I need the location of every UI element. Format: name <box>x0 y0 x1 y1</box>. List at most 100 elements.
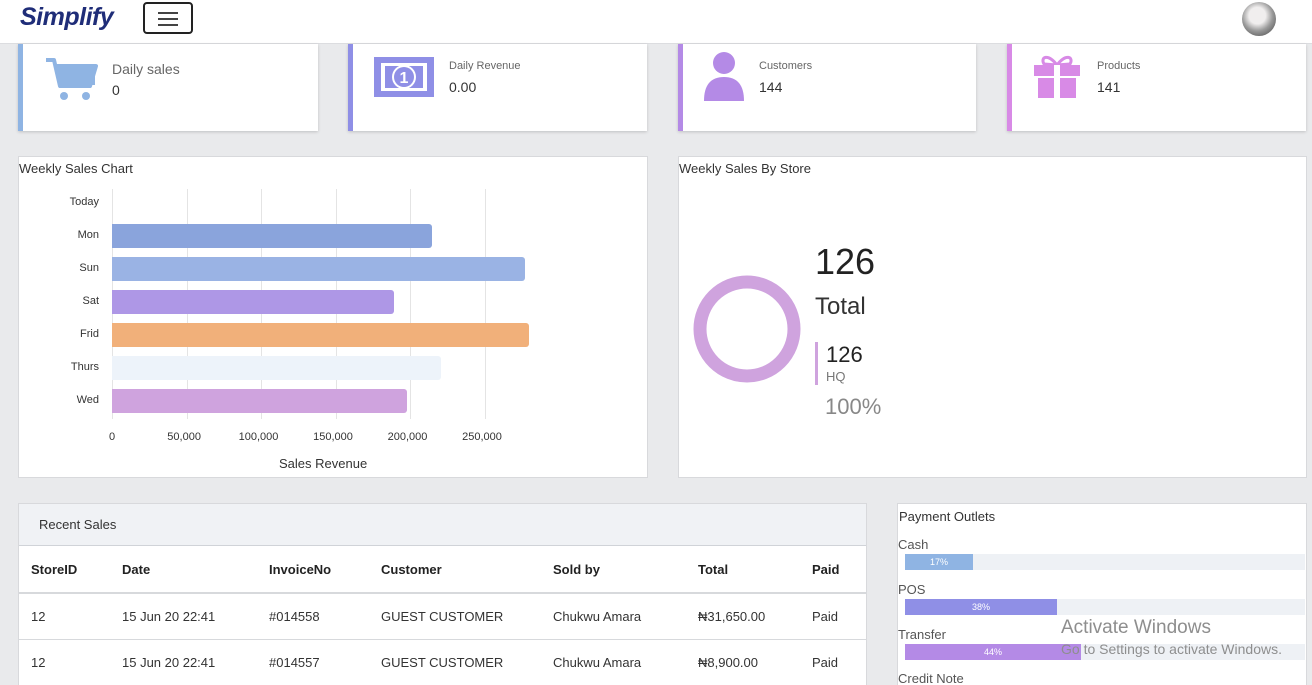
cell-customer: GUEST CUSTOMER <box>381 609 504 624</box>
column-header-storeid[interactable]: StoreID <box>31 562 77 577</box>
y-tick-label: Frid <box>80 328 99 340</box>
gridline <box>484 189 486 419</box>
cell-invoiceno: #014558 <box>269 609 320 624</box>
activate-windows-subtitle: Go to Settings to activate Windows. <box>1061 641 1282 657</box>
y-tick-label: Sun <box>79 262 99 274</box>
cell-total: ₦8,900.00 <box>698 655 758 670</box>
stat-value: 144 <box>759 79 783 95</box>
donut-chart <box>693 275 801 383</box>
x-axis-label: Sales Revenue <box>279 456 368 471</box>
outlet-progress-fill: 44% <box>905 644 1081 660</box>
svg-text:1: 1 <box>400 70 409 87</box>
stat-card-products: Products 141 <box>1007 44 1306 131</box>
outlet-label-cash: Cash <box>898 537 929 552</box>
stat-label: Daily Revenue <box>449 60 521 72</box>
card-accent-bar <box>348 44 353 131</box>
table-divider <box>19 639 866 640</box>
outlet-label-credit-note: Credit Note <box>898 671 964 685</box>
store-total-value: 126 <box>815 241 876 282</box>
y-tick-label: Sat <box>82 295 99 307</box>
y-tick-label: Thurs <box>70 361 99 373</box>
x-tick-label: 250,000 <box>462 431 502 443</box>
outlet-progress-pos: 38% <box>905 599 1305 615</box>
card-accent-bar <box>18 44 23 131</box>
column-header-paid[interactable]: Paid <box>812 562 839 577</box>
stat-value: 0.00 <box>449 79 477 95</box>
cell-paid: Paid <box>812 655 839 670</box>
cell-storeid: 12 <box>31 655 46 670</box>
column-header-invoiceno[interactable]: InvoiceNo <box>269 562 331 577</box>
hamburger-icon-line <box>158 24 178 26</box>
card-accent-bar <box>678 44 683 131</box>
store-value: 126 <box>826 342 863 367</box>
card-accent-bar <box>1007 44 1012 131</box>
cell-date: 15 Jun 20 22:41 <box>122 609 216 624</box>
column-header-date[interactable]: Date <box>122 562 150 577</box>
cell-paid: Paid <box>812 609 839 624</box>
cell-customer: GUEST CUSTOMER <box>381 655 504 670</box>
donut-segment-hq <box>693 275 801 383</box>
column-header-total[interactable]: Total <box>698 562 728 577</box>
y-tick-label: Mon <box>77 229 99 241</box>
bar-wed[interactable] <box>112 389 408 413</box>
x-tick-label: 0 <box>109 431 116 443</box>
cell-sold-by: Chukwu Amara <box>553 609 642 624</box>
stat-value: 0 <box>112 82 120 98</box>
bar-mon[interactable] <box>112 224 433 248</box>
x-tick-label: 50,000 <box>167 431 201 443</box>
cell-invoiceno: #014557 <box>269 655 320 670</box>
outlet-label-pos: POS <box>898 582 926 597</box>
cell-sold-by: Chukwu Amara <box>553 655 642 670</box>
stat-label: Customers <box>759 60 813 72</box>
weekly-sales-chart-panel: Weekly Sales Chart 0 50,000 100,000 150,000… <box>18 156 648 478</box>
y-tick-label: Wed <box>76 394 99 406</box>
stat-card-daily-sales: Daily sales 0 <box>18 44 318 131</box>
outlet-progress-cash: 17% <box>905 554 1305 570</box>
stat-card-daily-revenue: 1 Daily Revenue 0.00 <box>348 44 647 131</box>
store-percent: 100% <box>825 394 882 419</box>
store-name: HQ <box>826 369 846 384</box>
activate-windows-title: Activate Windows <box>1061 617 1211 638</box>
bar-frid[interactable] <box>112 323 530 347</box>
chart-title: Weekly Sales By Store <box>679 161 811 176</box>
column-header-customer[interactable]: Customer <box>381 562 442 577</box>
stat-label: Daily sales <box>112 61 180 77</box>
table-divider <box>19 592 866 594</box>
payment-outlets-title: Payment Outlets <box>899 509 996 524</box>
gift-icon <box>1034 55 1080 98</box>
payment-outlets-panel: Payment Outlets Cash 17% POS 38% Transfe… <box>897 503 1307 685</box>
bar-sun[interactable] <box>112 257 525 281</box>
stat-card-customers: Customers 144 <box>678 44 976 131</box>
bar-chart: 0 50,000 100,000 150,000 200,000 250,000 Today… <box>19 157 647 477</box>
column-header-sold-by[interactable]: Sold by <box>553 562 600 577</box>
top-navbar: Simplify <box>0 0 1312 44</box>
money-icon: 1 <box>374 57 434 97</box>
cell-total: ₦31,650.00 <box>698 609 766 624</box>
weekly-sales-by-store-panel: Weekly Sales By Store 126 Total 126 HQ 1… <box>678 156 1307 478</box>
user-avatar[interactable] <box>1242 2 1276 36</box>
recent-sales-panel: Recent Sales StoreID Date InvoiceNo Cust… <box>18 503 867 685</box>
x-tick-label: 200,000 <box>387 431 428 443</box>
stat-label: Products <box>1097 60 1141 72</box>
outlet-label-transfer: Transfer <box>898 627 946 642</box>
menu-toggle-button[interactable] <box>143 2 193 34</box>
hamburger-icon <box>158 12 178 14</box>
hamburger-icon-line <box>158 18 178 20</box>
bar-thurs[interactable] <box>112 356 442 380</box>
store-legend-bar <box>815 342 818 385</box>
x-tick-label: 100,000 <box>238 431 279 443</box>
app-logo[interactable]: Simplify <box>20 3 114 32</box>
recent-sales-title: Recent Sales <box>39 517 117 532</box>
x-tick-label: 150,000 <box>313 431 353 443</box>
outlet-progress-fill: 17% <box>905 554 973 570</box>
stat-value: 141 <box>1097 79 1121 95</box>
y-tick-label: Today <box>69 196 99 208</box>
store-total-label: Total <box>815 293 866 320</box>
cell-date: 15 Jun 20 22:41 <box>122 655 216 670</box>
outlet-progress-fill: 38% <box>905 599 1057 615</box>
bar-sat[interactable] <box>112 290 394 314</box>
cell-storeid: 12 <box>31 609 46 624</box>
recent-sales-header: Recent Sales <box>19 504 866 546</box>
user-icon <box>704 52 744 101</box>
cart-icon <box>46 58 98 100</box>
